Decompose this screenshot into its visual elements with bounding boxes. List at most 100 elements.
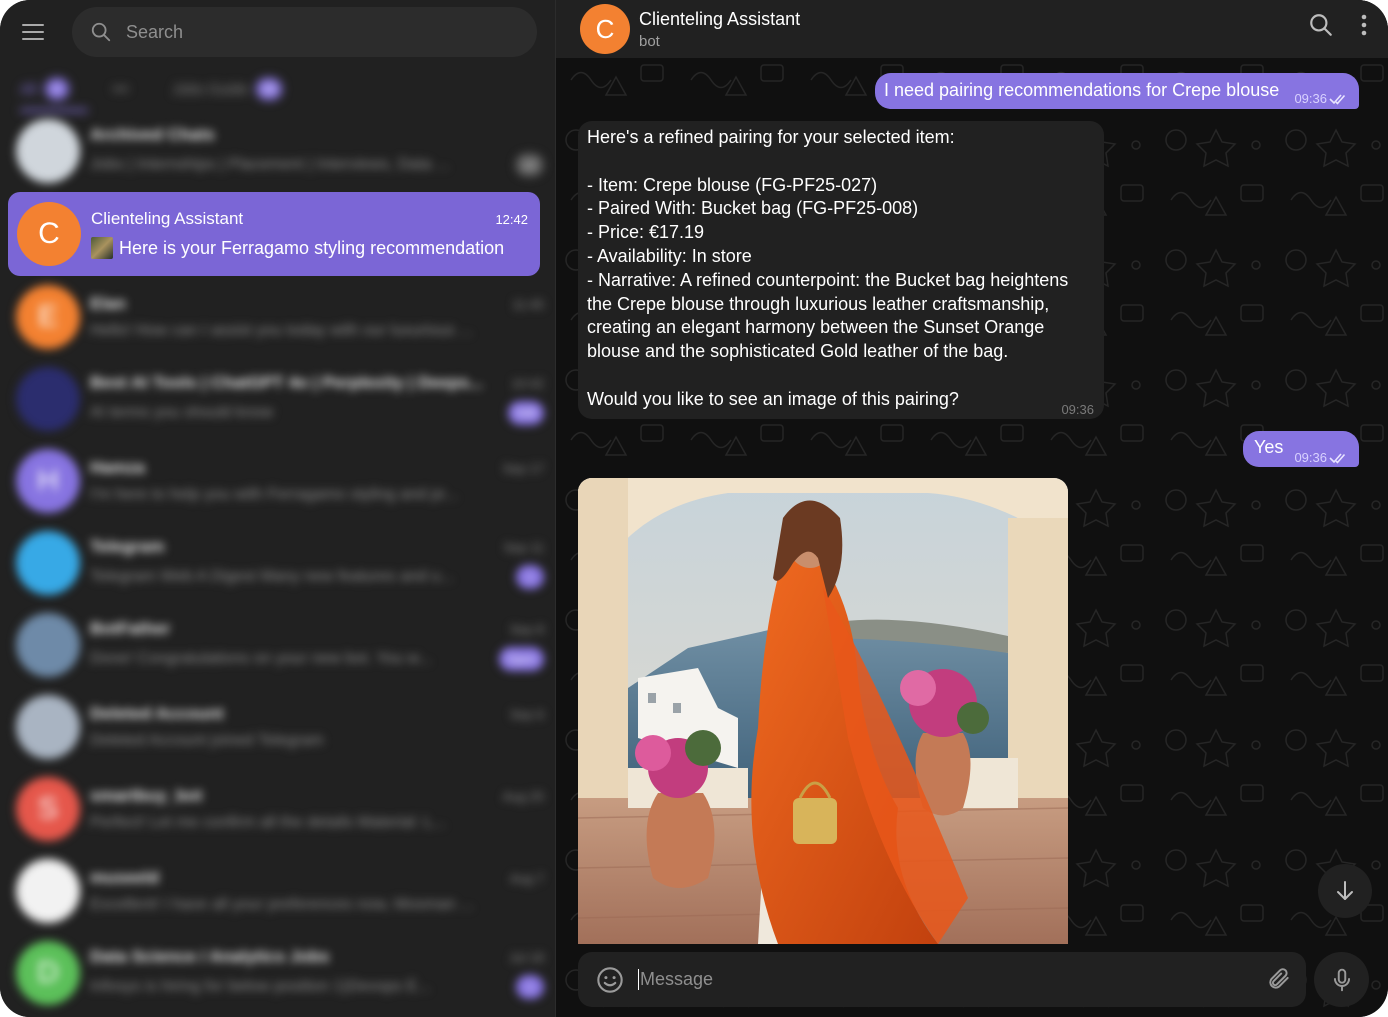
chat-item-content: H Hamza Sep 17 I'm here to help you with Fe… xyxy=(16,449,544,513)
chat-item-header: Clienteling Assistant 12:42 xyxy=(91,209,528,229)
bot-avatar[interactable]: C xyxy=(580,4,630,54)
chat-time: 11:45 xyxy=(512,296,544,312)
chat-preview: Excellent! I have all your preferences n… xyxy=(90,896,474,913)
message-line: blouse and the sophisticated Gold leathe… xyxy=(587,341,1009,362)
chat-item-header: Deleted Account Sep 6 xyxy=(90,704,544,724)
message-composer[interactable]: Message xyxy=(578,952,1306,1007)
chat-name: Hamza xyxy=(90,458,145,477)
chat-item[interactable]: museeld Aug 7 Excellent! I have all your p… xyxy=(0,850,556,932)
tab-badge: 8 xyxy=(44,78,69,100)
unread-badge: 1 xyxy=(516,565,544,589)
chat-item[interactable]: H Hamza Sep 17 I'm here to help you with Fe… xyxy=(0,440,556,522)
chat-name: Elan xyxy=(90,294,126,313)
chat-header[interactable]: C Clienteling Assistant bot xyxy=(556,0,1388,58)
chat-item-preview-row: Excellent! I have all your preferences n… xyxy=(90,896,544,914)
chat-preview: AI terms you should know xyxy=(90,404,274,421)
chat-title: Clienteling Assistant xyxy=(639,8,801,29)
outgoing-message[interactable]: I need pairing recommendations for Crepe… xyxy=(875,73,1359,109)
chat-time: 10:42 xyxy=(511,375,544,391)
chat-item[interactable]: BotFather Sep 8 Done! Congratulations on y… xyxy=(0,604,556,686)
tab-more[interactable]: ••• xyxy=(113,81,129,98)
arrow-down-icon xyxy=(1337,881,1353,900)
message-line: Here's a refined pairing for your select… xyxy=(587,127,955,147)
hamburger-menu-icon[interactable] xyxy=(22,17,52,47)
chat-item-body: Hamza Sep 17 I'm here to help you with Fer… xyxy=(90,458,544,504)
chat-item-preview-row: Here is your Ferragamo styling recommend… xyxy=(91,237,528,259)
chat-preview: Jobs | Internships | Placement | Intervi… xyxy=(90,156,450,173)
tab-all[interactable]: All 8 xyxy=(20,78,69,100)
chat-item-preview-row: Done! Congratulations on your new bot. Y… xyxy=(90,647,544,671)
double-check-icon xyxy=(1329,94,1346,105)
chat-name: Telegram xyxy=(90,537,165,556)
attach-icon[interactable] xyxy=(1266,966,1292,992)
chat-item[interactable]: D Data Science / Analytics Jobs Jul 18 Info… xyxy=(0,932,556,1014)
unread-badge: 12 xyxy=(514,153,544,177)
chat-item-header: Data Science / Analytics Jobs Jul 18 xyxy=(90,947,544,967)
message-input[interactable]: Message xyxy=(638,969,713,990)
chat-item-selected[interactable]: C Clienteling Assistant 12:42 Here is your … xyxy=(8,192,540,276)
photo-illustration xyxy=(578,478,1068,944)
message-time: 09:36 xyxy=(1061,402,1094,417)
chat-item[interactable]: Archived Chats Jobs | Internships | Place… xyxy=(0,110,556,192)
avatar: S xyxy=(16,777,80,841)
chat-name: Clienteling Assistant xyxy=(91,209,244,228)
chat-preview: Deleted Account joined Telegram xyxy=(90,732,324,749)
unread-badge: 1 xyxy=(516,975,544,999)
voice-record-button[interactable] xyxy=(1314,952,1369,1007)
chat-name: Data Science / Analytics Jobs xyxy=(90,947,330,966)
chat-preview: Infosys is hiring for below position 1)D… xyxy=(90,978,431,995)
chat-item-header: Elan 11:45 xyxy=(90,294,544,314)
chat-item-header: Hamza Sep 17 xyxy=(90,458,544,478)
message-line xyxy=(587,150,1094,174)
avatar xyxy=(16,695,80,759)
search-icon xyxy=(90,21,112,43)
chat-item[interactable]: Telegram Sep 11 Telegram Web A Digest Many… xyxy=(0,522,556,604)
message-line: the Crepe blouse through luxurious leath… xyxy=(587,293,1050,314)
chat-name: BotFather xyxy=(90,619,171,638)
search-input[interactable]: Search xyxy=(71,7,537,57)
chat-preview-wrap: Deleted Account joined Telegram xyxy=(90,732,324,750)
chat-preview: Here is your Ferragamo styling recommend… xyxy=(119,237,505,258)
chat-preview-wrap: Jobs | Internships | Placement | Intervi… xyxy=(90,156,449,174)
avatar xyxy=(16,531,80,595)
tab-jobs-guide[interactable]: Jobs Guide 26 xyxy=(172,78,282,100)
avatar: D xyxy=(16,941,80,1005)
chat-item-preview-row: Infosys is hiring for below position 1)D… xyxy=(90,975,544,999)
chat-time: Sep 6 xyxy=(510,706,544,722)
search-placeholder: Search xyxy=(125,21,183,42)
chat-item-body: Telegram Sep 11 Telegram Web A Digest Many… xyxy=(90,537,544,589)
chat-item-content: D Data Science / Analytics Jobs Jul 18 Info… xyxy=(16,941,544,1005)
chat-item-content: Telegram Sep 11 Telegram Web A Digest Many… xyxy=(16,531,544,595)
tab-label: ••• xyxy=(112,80,129,98)
outfit-photo[interactable] xyxy=(578,478,1068,944)
chat-item[interactable]: Deleted Account Sep 6 Deleted Account join… xyxy=(0,686,556,768)
chat-item[interactable]: E Elan 11:45 Hello! How can I assist you to… xyxy=(0,276,556,358)
chat-time: Sep 8 xyxy=(510,621,544,637)
message-line: Would you like to see an image of this p… xyxy=(587,388,959,409)
chat-item-header: Telegram Sep 11 xyxy=(90,537,544,557)
unread-badge: 548 xyxy=(507,401,544,425)
microphone-icon xyxy=(1333,968,1350,991)
avatar: E xyxy=(16,285,80,349)
chat-header-info[interactable]: Clienteling Assistant bot xyxy=(639,9,800,50)
chat-preview-wrap: Done! Congratulations on your new bot. Y… xyxy=(90,650,432,668)
emoji-icon[interactable] xyxy=(596,966,624,994)
chat-item[interactable]: Ssmartbuy_bot Aug 25 Perfect! Let me confi… xyxy=(0,768,556,850)
chat-item-body: BotFather Sep 8 Done! Congratulations on y… xyxy=(90,619,544,671)
chat-preview-wrap: AI terms you should know xyxy=(90,404,273,422)
tab-badge: 26 xyxy=(256,78,282,100)
telegram-window: Search All 8 ••• Jobs Guide 26 Archived … xyxy=(0,0,1388,1017)
more-vertical-icon[interactable] xyxy=(1360,12,1368,38)
folder-tabs: All 8 ••• Jobs Guide 26 xyxy=(0,64,555,114)
incoming-message[interactable]: Here's a refined pairing for your select… xyxy=(578,121,1104,419)
chat-item-preview-row: Hello! How can I assist you today with o… xyxy=(90,322,544,340)
scroll-to-bottom-button[interactable] xyxy=(1318,864,1372,918)
chat-list: Archived Chats Jobs | Internships | Place… xyxy=(0,110,556,1014)
chat-item[interactable]: Best AI Tools | ChatGPT 4o | Perplexity … xyxy=(0,358,556,440)
avatar: C xyxy=(17,202,81,266)
message-line: - Item: Crepe blouse (FG-PF25-027) xyxy=(587,174,878,195)
outgoing-message[interactable]: Yes 09:36 xyxy=(1243,431,1359,467)
chat-sidebar: Search All 8 ••• Jobs Guide 26 Archived … xyxy=(0,0,556,1017)
search-icon[interactable] xyxy=(1308,12,1334,38)
chat-item-header: Archived Chats xyxy=(90,125,544,145)
